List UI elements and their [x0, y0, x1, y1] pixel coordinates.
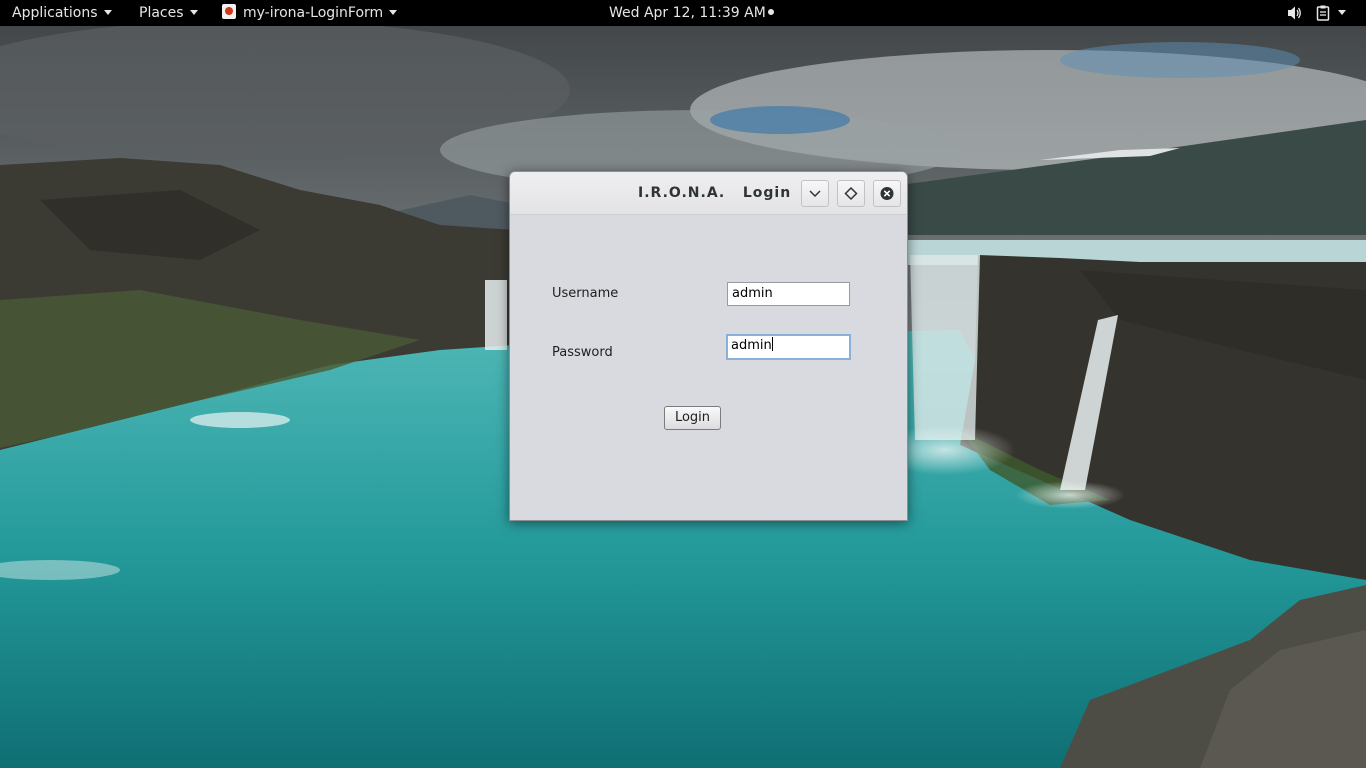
system-menu[interactable]: [1336, 0, 1352, 26]
chevron-down-icon: [389, 9, 398, 15]
dialog-titlebar[interactable]: I.R.O.N.A. Login: [510, 172, 907, 215]
login-button[interactable]: Login: [664, 406, 721, 430]
username-label: Username: [552, 286, 619, 301]
chevron-down-icon: [103, 9, 112, 15]
text-cursor: [771, 337, 773, 351]
places-menu[interactable]: Places: [139, 0, 198, 26]
close-button[interactable]: [873, 180, 901, 207]
login-dialog: I.R.O.N.A. Login Username admin Password…: [509, 171, 908, 521]
desktop: Applications Places my-irona-LoginForm W…: [0, 0, 1366, 768]
clock-label: Wed Apr 12, 11:39 AM: [609, 5, 766, 21]
password-field[interactable]: admin: [726, 334, 851, 360]
maximize-button[interactable]: [837, 180, 865, 207]
chevron-down-icon: [1338, 9, 1346, 15]
applications-menu[interactable]: Applications: [12, 0, 112, 26]
volume-icon[interactable]: [1286, 0, 1302, 26]
active-app-menu[interactable]: my-irona-LoginForm: [222, 0, 398, 26]
clipboard-icon[interactable]: [1315, 0, 1331, 26]
top-panel: Applications Places my-irona-LoginForm W…: [0, 0, 1366, 26]
minimize-button[interactable]: [801, 180, 829, 207]
maximize-diamond-icon: [844, 186, 858, 201]
dialog-title: I.R.O.N.A. Login: [638, 185, 792, 201]
places-menu-label: Places: [139, 5, 184, 21]
java-app-icon: [222, 4, 236, 19]
notification-dot-icon: [767, 9, 774, 15]
username-field[interactable]: admin: [727, 282, 850, 306]
clock[interactable]: Wed Apr 12, 11:39 AM: [609, 0, 774, 26]
active-app-label: my-irona-LoginForm: [243, 5, 384, 21]
applications-menu-label: Applications: [12, 5, 98, 21]
chevron-down-icon: [189, 9, 198, 15]
password-value: admin: [731, 338, 772, 353]
password-label: Password: [552, 345, 613, 360]
chevron-down-icon: [809, 190, 821, 198]
username-value: admin: [732, 286, 773, 301]
close-icon: [880, 187, 894, 200]
